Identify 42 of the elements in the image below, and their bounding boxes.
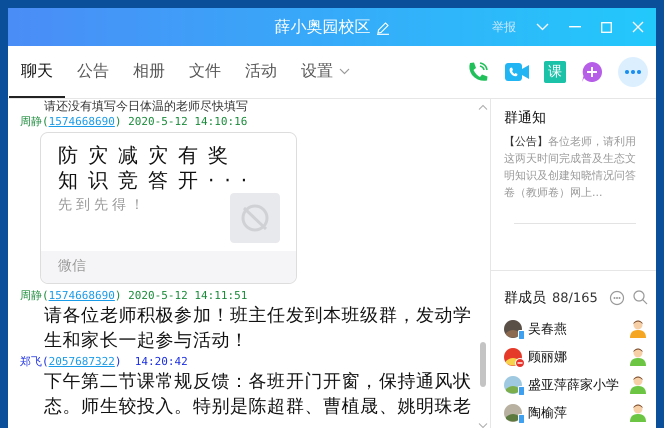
card-subtitle: 先到先得！	[58, 196, 149, 214]
share-card[interactable]: 防灾减灾有奖知识竞答开··· 先到先得！ 微信	[40, 132, 297, 284]
message-header: 周静(1574668690) 2020-5-12 14:11:51	[20, 288, 248, 303]
notice-title: 群通知	[504, 109, 547, 127]
avatar[interactable]	[504, 348, 522, 366]
avatar[interactable]	[504, 404, 522, 422]
link-placeholder-icon	[230, 193, 280, 243]
member-name[interactable]: 顾丽娜	[528, 348, 630, 366]
member-manage-icon[interactable]	[609, 290, 625, 306]
member-name[interactable]: 盛亚萍薛家小学	[528, 376, 630, 394]
tab[interactable]: 设置	[289, 46, 362, 98]
tab[interactable]: 活动	[233, 46, 289, 98]
scroll-down-icon[interactable]	[478, 423, 488, 428]
add-app-icon[interactable]	[580, 60, 604, 84]
minimize-icon[interactable]	[569, 26, 581, 28]
video-call-icon[interactable]	[504, 61, 530, 83]
message-text: 请各位老师积极参加！班主任发到本班级群，发动学生和家长一起参与活动！	[43, 304, 472, 353]
tab[interactable]: 公告	[65, 46, 121, 98]
member-name[interactable]: 陶榆萍	[528, 404, 630, 422]
tab[interactable]: 文件	[177, 46, 233, 98]
edit-icon[interactable]	[376, 20, 390, 35]
member-count: 88/165	[552, 290, 598, 306]
tab[interactable]: 聊天	[9, 46, 65, 98]
message-text: 请还没有填写今日体温的老师尽快填写	[43, 99, 249, 113]
card-source: 微信	[41, 251, 296, 283]
window-title: 薛小奥园校区	[274, 17, 370, 36]
message-text: 下午第二节课常规反馈：各班开门开窗，保持通风状态。师生较投入。特别是陈超群、曹植晟、姚明珠老	[43, 370, 472, 419]
search-icon[interactable]	[633, 290, 648, 305]
message-header: 周静(1574668690) 2020-5-12 14:10:16	[20, 114, 248, 129]
more-icon[interactable]	[618, 57, 648, 87]
tab[interactable]: 相册	[121, 46, 177, 98]
card-title: 防灾减灾有奖知识竞答开···	[58, 143, 258, 193]
close-icon[interactable]	[632, 21, 644, 33]
members-title: 群成员	[504, 289, 546, 307]
scroll-up-icon[interactable]	[478, 104, 488, 110]
member-name[interactable]: 吴春燕	[528, 320, 630, 338]
message-header: 郑飞(2057687322) 14:20:42	[20, 354, 189, 369]
notice-text[interactable]: 【公告】各位老师，请利用这两天时间完成普及生态文明知识及创建知晓情况问答卷（教师卷）网上...	[504, 133, 644, 201]
scrollbar-thumb[interactable]	[480, 342, 486, 387]
maximize-icon[interactable]	[601, 22, 612, 32]
chevron-down-icon[interactable]	[536, 23, 549, 31]
avatar[interactable]	[504, 320, 522, 338]
